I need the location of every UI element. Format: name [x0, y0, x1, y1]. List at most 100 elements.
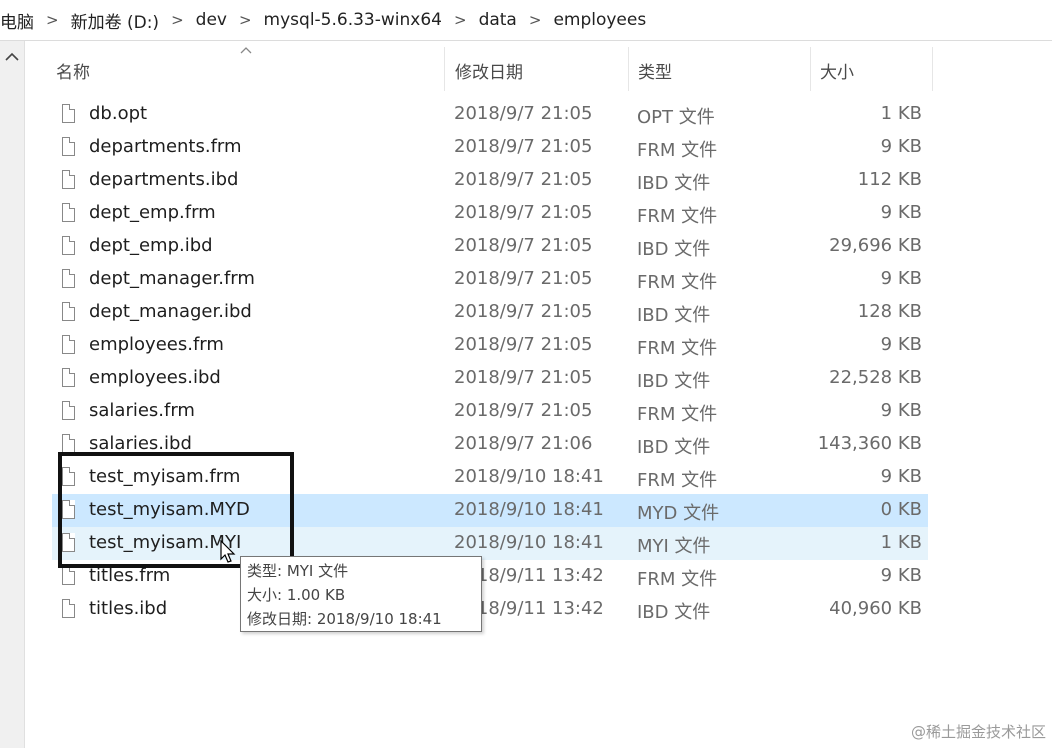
chevron-right-icon: >	[46, 11, 59, 29]
file-type: MYD 文件	[637, 503, 720, 524]
file-icon	[62, 566, 75, 585]
file-icon	[62, 170, 75, 189]
file-date: 2018/9/7 21:05	[454, 103, 593, 124]
file-name: dept_manager.frm	[89, 268, 255, 289]
file-size: 9 KB	[880, 268, 922, 289]
navigation-pane[interactable]	[0, 41, 25, 748]
file-row[interactable]: salaries.frm 2018/9/7 21:05 FRM 文件 9 KB	[52, 395, 928, 428]
file-row[interactable]: test_myisam.frm 2018/9/10 18:41 FRM 文件 9 KB	[52, 461, 928, 494]
file-date: 2018/9/7 21:05	[454, 400, 593, 421]
file-name: salaries.frm	[89, 400, 195, 421]
breadcrumb: 电脑 > 新加卷 (D:) > dev > mysql-5.6.33-winx6…	[0, 0, 1052, 41]
file-type: IBD 文件	[637, 305, 711, 326]
column-divider[interactable]	[932, 47, 933, 91]
file-type: FRM 文件	[637, 206, 718, 227]
file-size: 9 KB	[880, 565, 922, 586]
file-name: departments.ibd	[89, 169, 239, 190]
column-header-date[interactable]: 修改日期	[455, 58, 523, 83]
file-date: 2018/9/7 21:06	[454, 433, 593, 454]
chevron-right-icon: >	[238, 11, 252, 29]
file-size: 40,960 KB	[829, 598, 922, 619]
file-size: 9 KB	[880, 466, 922, 487]
file-icon	[62, 434, 75, 453]
file-name: test_myisam.MYI	[89, 532, 242, 553]
file-type: FRM 文件	[637, 569, 718, 590]
file-row[interactable]: employees.ibd 2018/9/7 21:05 IBD 文件 22,528 …	[52, 362, 928, 395]
file-name: dept_emp.frm	[89, 202, 216, 223]
file-name: salaries.ibd	[89, 433, 192, 454]
file-type: MYI 文件	[637, 536, 711, 557]
file-row[interactable]: titles.ibd 2018/9/11 13:42 IBD 文件 40,960 KB	[52, 593, 928, 626]
sort-caret-icon	[240, 43, 252, 58]
column-divider[interactable]	[810, 47, 811, 91]
file-icon	[62, 467, 75, 486]
file-size: 9 KB	[880, 136, 922, 157]
file-icon	[62, 236, 75, 255]
file-size: 9 KB	[880, 202, 922, 223]
file-date: 2018/9/10 18:41	[454, 499, 604, 520]
column-divider[interactable]	[628, 47, 629, 91]
file-row[interactable]: dept_manager.ibd 2018/9/7 21:05 IBD 文件 128 …	[52, 296, 928, 329]
file-date: 2018/9/7 21:05	[454, 268, 593, 289]
file-name: dept_manager.ibd	[89, 301, 252, 322]
file-row[interactable]: departments.frm 2018/9/7 21:05 FRM 文件 9 KB	[52, 131, 928, 164]
file-icon	[62, 302, 75, 321]
file-date: 2018/9/7 21:05	[454, 334, 593, 355]
file-date: 2018/9/7 21:05	[454, 367, 593, 388]
file-name: titles.ibd	[89, 598, 168, 619]
file-icon	[62, 269, 75, 288]
file-type: IBD 文件	[637, 371, 711, 392]
column-header: 名称 修改日期 类型 大小	[24, 41, 1052, 97]
file-row[interactable]: employees.frm 2018/9/7 21:05 FRM 文件 9 KB	[52, 329, 928, 362]
file-row[interactable]: db.opt 2018/9/7 21:05 OPT 文件 1 KB	[52, 98, 928, 131]
breadcrumb-item-employees[interactable]: employees	[547, 10, 652, 30]
file-name: titles.frm	[89, 565, 171, 586]
tooltip-size: 大小: 1.00 KB	[247, 586, 346, 604]
file-date: 2018/9/10 18:41	[454, 532, 604, 553]
file-size: 128 KB	[857, 301, 922, 322]
file-name: employees.frm	[89, 334, 224, 355]
mouse-cursor-icon	[220, 539, 236, 564]
chevron-up-icon[interactable]	[3, 49, 21, 67]
file-row-hover[interactable]: test_myisam.MYI 2018/9/10 18:41 MYI 文件 1 KB	[52, 527, 928, 560]
file-row[interactable]: departments.ibd 2018/9/7 21:05 IBD 文件 112 K…	[52, 164, 928, 197]
column-header-type[interactable]: 类型	[638, 58, 672, 83]
vertical-scrollbar[interactable]	[1034, 41, 1052, 748]
tooltip-modified: 修改日期: 2018/9/10 18:41	[247, 610, 442, 628]
file-name: test_myisam.frm	[89, 466, 241, 487]
file-row[interactable]: dept_emp.frm 2018/9/7 21:05 FRM 文件 9 KB	[52, 197, 928, 230]
breadcrumb-item-computer[interactable]: 电脑	[0, 8, 40, 33]
breadcrumb-item-data[interactable]: data	[473, 10, 523, 30]
chevron-right-icon: >	[171, 11, 184, 29]
chevron-right-icon: >	[453, 11, 467, 29]
file-icon	[62, 500, 75, 519]
watermark: @稀土掘金技术社区	[910, 723, 1046, 741]
file-size: 0 KB	[880, 499, 922, 520]
file-type: FRM 文件	[637, 140, 718, 161]
breadcrumb-item-drive[interactable]: 新加卷 (D:)	[65, 8, 166, 33]
file-name: test_myisam.MYD	[89, 499, 250, 520]
breadcrumb-item-dev[interactable]: dev	[190, 10, 233, 30]
file-type: IBD 文件	[637, 437, 711, 458]
file-date: 2018/9/7 21:05	[454, 136, 593, 157]
file-row-selected[interactable]: test_myisam.MYD 2018/9/10 18:41 MYD 文件 0 KB	[52, 494, 928, 527]
file-size: 112 KB	[857, 169, 922, 190]
file-row[interactable]: titles.frm 2018/9/11 13:42 FRM 文件 9 KB	[52, 560, 928, 593]
file-icon	[62, 335, 75, 354]
file-row[interactable]: dept_manager.frm 2018/9/7 21:05 FRM 文件 9 KB	[52, 263, 928, 296]
column-header-name[interactable]: 名称	[56, 58, 90, 83]
file-size: 9 KB	[880, 400, 922, 421]
tooltip-type: 类型: MYI 文件	[247, 562, 349, 580]
file-type: FRM 文件	[637, 338, 718, 359]
breadcrumb-item-mysql[interactable]: mysql-5.6.33-winx64	[258, 10, 448, 30]
column-divider[interactable]	[444, 47, 445, 91]
file-name: dept_emp.ibd	[89, 235, 213, 256]
file-date: 2018/9/7 21:05	[454, 235, 593, 256]
file-row[interactable]: dept_emp.ibd 2018/9/7 21:05 IBD 文件 29,696 K…	[52, 230, 928, 263]
file-name: departments.frm	[89, 136, 242, 157]
column-header-size[interactable]: 大小	[820, 58, 854, 83]
file-row[interactable]: salaries.ibd 2018/9/7 21:06 IBD 文件 143,360 …	[52, 428, 928, 461]
file-date: 2018/9/7 21:05	[454, 202, 593, 223]
file-size: 22,528 KB	[829, 367, 922, 388]
file-type: OPT 文件	[637, 107, 715, 128]
